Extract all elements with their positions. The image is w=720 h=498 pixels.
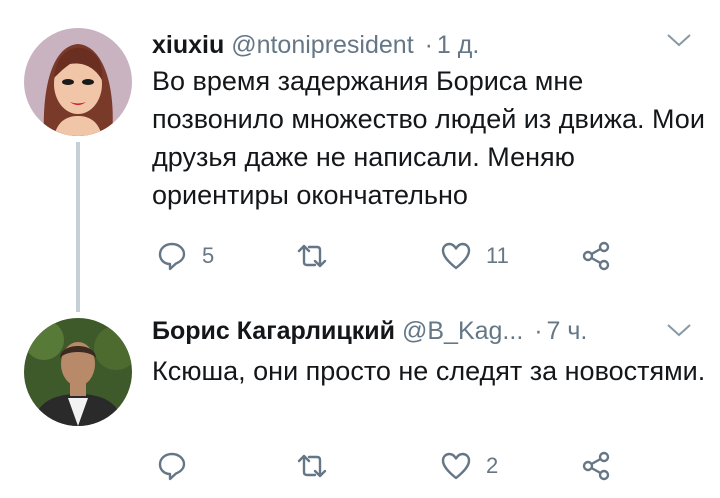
action-bar: 2 xyxy=(152,446,622,486)
separator: · xyxy=(424,31,433,59)
like-button[interactable]: 2 xyxy=(440,446,498,486)
timestamp[interactable]: 1 д. xyxy=(437,31,479,59)
separator: · xyxy=(534,317,543,345)
reply-button[interactable] xyxy=(156,446,202,486)
user-handle[interactable]: @B_Kag... xyxy=(402,317,523,345)
tweet[interactable]: xiuxiu @ntonipresident · 1 д. Во время за… xyxy=(0,0,720,312)
reply-button[interactable]: 5 xyxy=(156,236,214,276)
tweet-text: Ксюша, они просто не следят за новостями… xyxy=(152,356,706,386)
reply-icon xyxy=(158,242,186,271)
share-button[interactable] xyxy=(580,446,612,486)
tweet-header: Борис Кагарлицкий @B_Kag... · 7 ч. xyxy=(152,316,587,346)
display-name[interactable]: xiuxiu xyxy=(152,31,224,59)
avatar[interactable] xyxy=(24,318,132,426)
chevron-down-icon[interactable] xyxy=(666,32,692,48)
like-count: 2 xyxy=(486,453,499,478)
share-button[interactable] xyxy=(580,236,612,276)
like-count: 11 xyxy=(486,243,509,268)
heart-icon xyxy=(441,242,471,270)
reply-icon xyxy=(158,452,186,481)
thread-line xyxy=(76,142,80,312)
chevron-down-icon[interactable] xyxy=(666,322,692,338)
share-icon xyxy=(582,451,610,481)
avatar-illustration xyxy=(24,28,132,136)
avatar[interactable] xyxy=(24,28,132,136)
retweet-button[interactable] xyxy=(296,446,342,486)
tweet-text: Во время задержания Бориса мне позвонило… xyxy=(152,66,705,210)
heart-icon xyxy=(441,452,471,480)
retweet-icon xyxy=(297,454,327,478)
retweet-icon xyxy=(297,244,327,268)
display-name[interactable]: Борис Кагарлицкий xyxy=(152,317,395,345)
avatar-photo xyxy=(24,318,132,426)
action-bar: 5 11 xyxy=(152,236,622,276)
timestamp[interactable]: 7 ч. xyxy=(547,317,588,345)
retweet-button[interactable] xyxy=(296,236,342,276)
tweet-header: xiuxiu @ntonipresident · 1 д. xyxy=(152,30,479,60)
tweet[interactable]: Борис Кагарлицкий @B_Kag... · 7 ч. Ксюша,… xyxy=(0,300,720,498)
reply-count: 5 xyxy=(202,243,215,268)
share-icon xyxy=(582,241,610,271)
like-button[interactable]: 11 xyxy=(440,236,509,276)
user-handle[interactable]: @ntonipresident xyxy=(231,31,413,59)
